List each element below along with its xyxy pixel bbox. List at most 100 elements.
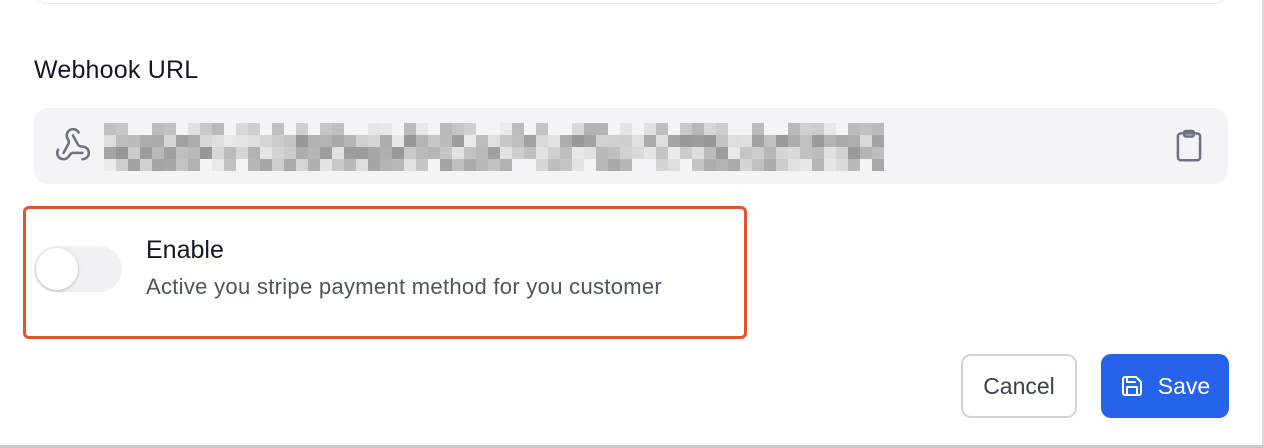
redacted-pixel	[296, 123, 308, 135]
clipboard-icon[interactable]	[1170, 126, 1208, 166]
redacted-pixel	[488, 147, 500, 159]
redacted-pixel	[776, 147, 788, 159]
redacted-pixel	[188, 147, 200, 159]
redacted-pixel	[536, 159, 548, 171]
redacted-pixel	[404, 135, 416, 147]
redacted-pixel	[692, 135, 704, 147]
save-icon	[1121, 376, 1142, 396]
redacted-pixel	[452, 159, 464, 171]
redacted-pixel	[860, 135, 872, 147]
redacted-pixel	[308, 135, 320, 147]
redacted-pixel	[320, 159, 332, 171]
redacted-pixel	[404, 123, 416, 135]
redacted-pixel	[536, 147, 548, 159]
redacted-pixel	[656, 123, 668, 135]
redacted-pixel	[140, 147, 152, 159]
redacted-pixel	[236, 147, 248, 159]
redacted-pixel	[572, 135, 584, 147]
redacted-pixel	[728, 159, 740, 171]
redacted-pixel	[200, 135, 212, 147]
redacted-pixel	[152, 135, 164, 147]
redacted-pixel	[188, 123, 200, 135]
redacted-pixel	[500, 135, 512, 147]
redacted-pixel	[848, 123, 860, 135]
redacted-pixel	[608, 159, 620, 171]
redacted-pixel	[812, 159, 824, 171]
redacted-pixel	[680, 123, 692, 135]
previous-field[interactable]	[34, 0, 1228, 4]
redacted-pixel	[344, 147, 356, 159]
redacted-pixel	[644, 123, 656, 135]
redacted-pixel	[524, 147, 536, 159]
redacted-pixel	[824, 147, 836, 159]
redacted-pixel	[812, 135, 824, 147]
redacted-pixel	[500, 147, 512, 159]
redacted-pixel	[824, 123, 836, 135]
enable-section-highlight	[23, 206, 747, 339]
redacted-pixel	[716, 135, 728, 147]
redacted-pixel	[104, 159, 116, 171]
redacted-pixel	[596, 147, 608, 159]
toggle-knob[interactable]	[36, 248, 78, 290]
redacted-pixel	[440, 123, 452, 135]
redacted-pixel	[836, 135, 848, 147]
redacted-pixel	[200, 147, 212, 159]
redacted-pixel	[572, 147, 584, 159]
redacted-pixel	[668, 147, 680, 159]
redacted-pixel	[200, 123, 212, 135]
redacted-pixel	[140, 159, 152, 171]
redacted-pixels	[104, 123, 884, 171]
cancel-button[interactable]: Cancel	[961, 354, 1077, 418]
redacted-pixel	[860, 147, 872, 159]
redacted-pixel	[116, 147, 128, 159]
redacted-pixel	[164, 147, 176, 159]
save-button[interactable]: Save	[1101, 354, 1229, 418]
redacted-pixel	[536, 135, 548, 147]
redacted-pixel	[104, 123, 116, 135]
redacted-pixel	[428, 135, 440, 147]
enable-toggle[interactable]	[34, 246, 122, 292]
redacted-pixel	[356, 159, 368, 171]
redacted-pixel	[212, 123, 224, 135]
redacted-pixel	[860, 123, 872, 135]
redacted-pixel	[224, 159, 236, 171]
redacted-pixel	[740, 159, 752, 171]
redacted-pixel	[584, 123, 596, 135]
redacted-pixel	[812, 123, 824, 135]
redacted-pixel	[800, 147, 812, 159]
redacted-pixel	[332, 147, 344, 159]
redacted-pixel	[500, 123, 512, 135]
stripe-settings-panel: Webhook URL Enable Active you stripe pay…	[0, 0, 1264, 448]
redacted-pixel	[380, 123, 392, 135]
redacted-pixel	[716, 147, 728, 159]
redacted-pixel	[452, 147, 464, 159]
redacted-pixel	[188, 159, 200, 171]
redacted-pixel	[584, 147, 596, 159]
redacted-pixel	[800, 159, 812, 171]
redacted-pixel	[560, 159, 572, 171]
redacted-pixel	[704, 123, 716, 135]
redacted-pixel	[260, 135, 272, 147]
redacted-pixel	[260, 147, 272, 159]
redacted-pixel	[452, 135, 464, 147]
redacted-pixel	[368, 159, 380, 171]
redacted-pixel	[512, 147, 524, 159]
redacted-pixel	[128, 135, 140, 147]
redacted-pixel	[236, 123, 248, 135]
redacted-pixel	[308, 147, 320, 159]
redacted-pixel	[164, 135, 176, 147]
save-button-label: Save	[1157, 372, 1211, 399]
redacted-pixel	[248, 159, 260, 171]
redacted-pixel	[332, 159, 344, 171]
redacted-pixel	[152, 123, 164, 135]
redacted-pixel	[428, 147, 440, 159]
redacted-pixel	[272, 123, 284, 135]
redacted-pixel	[416, 159, 428, 171]
redacted-pixel	[440, 147, 452, 159]
redacted-pixel	[392, 147, 404, 159]
redacted-pixel	[116, 123, 128, 135]
webhook-url-value-redacted	[104, 122, 894, 172]
redacted-pixel	[224, 147, 236, 159]
redacted-pixel	[476, 147, 488, 159]
redacted-pixel	[764, 159, 776, 171]
